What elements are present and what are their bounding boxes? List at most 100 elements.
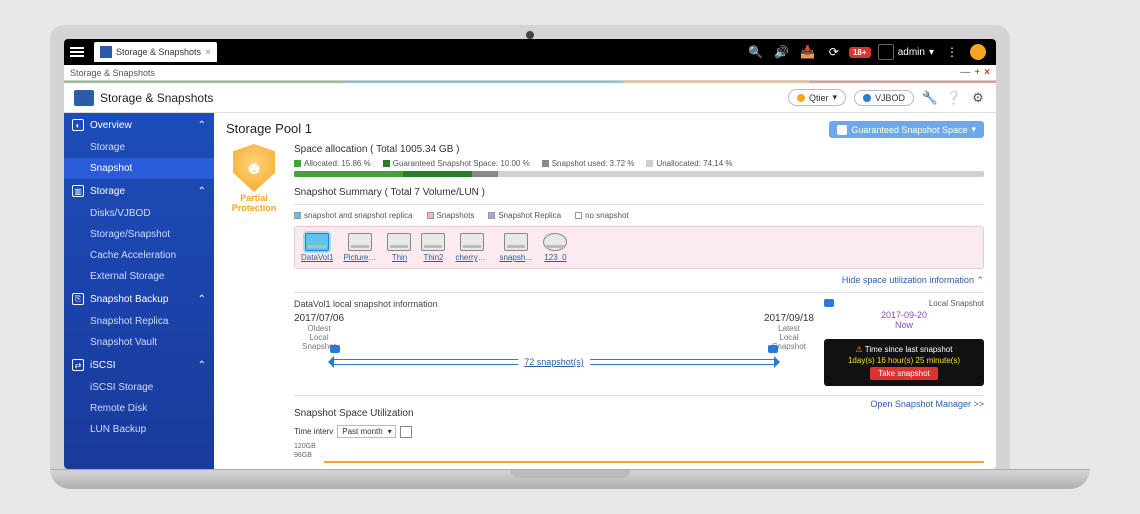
window-close-icon[interactable]: × xyxy=(984,67,990,78)
window-minimize-icon[interactable]: — xyxy=(960,67,970,78)
timeline-bar: 72 snapshot(s) xyxy=(334,359,774,365)
sidebar-item-vault[interactable]: Snapshot Vault xyxy=(64,332,214,353)
volume-thin2[interactable]: Thin2 xyxy=(421,233,445,262)
help-icon[interactable]: ❔ xyxy=(946,90,962,106)
local-snapshot-label: Local Snapshot xyxy=(929,299,984,308)
volume-lun-123[interactable]: 123_0 xyxy=(543,233,567,262)
refresh-icon[interactable]: ⟳ xyxy=(826,44,842,60)
sidebar-item-external[interactable]: External Storage xyxy=(64,266,214,287)
sidebar-item-lun-backup[interactable]: LUN Backup xyxy=(64,419,214,440)
app-tab[interactable]: Storage & Snapshots × xyxy=(94,42,217,62)
overview-icon: ◐ xyxy=(72,119,84,131)
drive-icon xyxy=(460,233,484,251)
latest-date: 2017/09/18 xyxy=(764,313,814,324)
open-snapshot-manager-link[interactable]: Open Snapshot Manager >> xyxy=(870,399,984,409)
app-title: Storage & Snapshots xyxy=(100,91,213,105)
volume-cherry[interactable]: cherry_V... xyxy=(455,233,489,262)
storage-icon xyxy=(100,46,112,58)
sidebar-item-storage-snapshot[interactable]: Storage/Snapshot xyxy=(64,224,214,245)
username-label: admin xyxy=(898,47,925,58)
protection-status: Partial Protection xyxy=(226,194,282,214)
sidebar-item-storage[interactable]: Storage xyxy=(64,137,214,158)
iscsi-icon: ⇄ xyxy=(72,359,84,371)
lun-icon xyxy=(543,233,567,251)
app-icon xyxy=(74,90,94,106)
storage-section-icon: ▥ xyxy=(72,185,84,197)
sidebar-item-cache[interactable]: Cache Acceleration xyxy=(64,245,214,266)
user-menu[interactable]: admin ▾ xyxy=(878,44,934,60)
now-date: 2017-09-20 xyxy=(824,310,984,320)
page-title: Storage Pool 1 xyxy=(226,121,312,136)
utilization-title: Snapshot Space Utilization xyxy=(294,408,984,419)
sidebar-item-iscsi-storage[interactable]: iSCSI Storage xyxy=(64,377,214,398)
snapshot-summary-title: Snapshot Summary ( Total 7 Volume/LUN ) xyxy=(294,187,984,198)
y-axis-label: 96GB xyxy=(294,451,316,460)
utilization-chart-line xyxy=(324,461,984,463)
snapshot-count-link[interactable]: 72 snapshot(s) xyxy=(518,357,590,367)
volume-thin[interactable]: Thin xyxy=(387,233,411,262)
system-topbar: Storage & Snapshots × 🔍 🔊 📥 ⟳ 18+ admin … xyxy=(64,39,996,65)
sidebar-section-iscsi[interactable]: ⇄iSCSI xyxy=(64,353,214,377)
snapshot-marker-icon xyxy=(768,345,778,353)
backup-icon: ⎘ xyxy=(72,293,84,305)
drive-icon xyxy=(387,233,411,251)
guaranteed-snapshot-space-button[interactable]: Guaranteed Snapshot Space▾ xyxy=(829,121,984,138)
volume-snapsho[interactable]: snapsho... xyxy=(499,233,533,262)
chevron-up-icon xyxy=(198,360,206,371)
tray-icon[interactable]: 📥 xyxy=(800,44,816,60)
chevron-up-icon xyxy=(198,294,206,305)
accent-divider xyxy=(64,81,996,83)
sidebar-item-replica[interactable]: Snapshot Replica xyxy=(64,311,214,332)
oldest-date: 2017/07/06 xyxy=(294,313,344,324)
allocation-title: Space allocation ( Total 1005.34 GB ) xyxy=(294,144,984,155)
snapshot-legend: snapshot and snapshot replica Snapshots … xyxy=(294,211,984,220)
main-content: Storage Pool 1 Guaranteed Snapshot Space… xyxy=(214,113,996,469)
tools-icon[interactable]: 🔧 xyxy=(922,90,938,106)
interval-select[interactable]: Past month xyxy=(337,425,395,438)
shield-icon: ☻ xyxy=(233,144,275,192)
tab-title: Storage & Snapshots xyxy=(116,47,201,57)
drive-icon xyxy=(305,233,329,251)
qtier-icon xyxy=(797,94,805,102)
avatar-icon xyxy=(878,44,894,60)
take-snapshot-button[interactable]: Take snapshot xyxy=(870,367,938,380)
interval-label: Time interv xyxy=(294,427,333,436)
sidebar-section-storage[interactable]: ▥Storage xyxy=(64,179,214,203)
vjbod-icon xyxy=(863,94,871,102)
notifications-dot-icon[interactable] xyxy=(970,44,986,60)
close-icon[interactable]: × xyxy=(205,47,211,58)
search-icon[interactable]: 🔍 xyxy=(748,44,764,60)
calendar-icon[interactable] xyxy=(400,426,412,438)
volume-strip: DataVol1 Picture_... Thin Thin2 cherry_V… xyxy=(294,226,984,269)
sidebar-item-snapshot[interactable]: Snapshot xyxy=(64,158,214,179)
volume-picture[interactable]: Picture_... xyxy=(343,233,377,262)
drive-icon xyxy=(348,233,372,251)
notification-icon[interactable]: 18+ xyxy=(852,44,868,60)
sidebar: ◐Overview Storage Snapshot ▥Storage Disk… xyxy=(64,113,214,469)
camera-icon xyxy=(824,299,834,307)
drive-icon xyxy=(504,233,528,251)
timeline-title: DataVol1 local snapshot information xyxy=(294,299,438,309)
sidebar-item-remote-disk[interactable]: Remote Disk xyxy=(64,398,214,419)
y-axis-label: 120GB xyxy=(294,442,316,451)
chevron-down-icon: ▾ xyxy=(929,47,934,58)
volume-icon[interactable]: 🔊 xyxy=(774,44,790,60)
hide-utilization-link[interactable]: Hide space utilization information xyxy=(294,275,984,286)
sidebar-item-disks[interactable]: Disks/VJBOD xyxy=(64,203,214,224)
gear-icon[interactable]: ⚙ xyxy=(970,90,986,106)
allocation-bar xyxy=(294,171,984,177)
volume-datavol1[interactable]: DataVol1 xyxy=(301,233,333,262)
chevron-up-icon xyxy=(198,186,206,197)
menu-icon[interactable] xyxy=(64,39,90,65)
tooltip-time: 1day(s) 16 hour(s) 25 minute(s) xyxy=(830,356,978,365)
last-snapshot-tooltip: Time since last snapshot 1day(s) 16 hour… xyxy=(824,339,984,386)
tooltip-warning: Time since last snapshot xyxy=(830,345,978,354)
breadcrumb: Storage & Snapshots xyxy=(70,68,155,78)
sidebar-section-backup[interactable]: ⎘Snapshot Backup xyxy=(64,287,214,311)
snapshot-marker-icon xyxy=(330,345,340,353)
vjbod-button[interactable]: VJBOD xyxy=(854,90,914,106)
window-maximize-icon[interactable]: + xyxy=(974,67,980,78)
more-icon[interactable]: ⋮ xyxy=(944,44,960,60)
qtier-button[interactable]: Qtier▾ xyxy=(788,89,846,106)
sidebar-section-overview[interactable]: ◐Overview xyxy=(64,113,214,137)
